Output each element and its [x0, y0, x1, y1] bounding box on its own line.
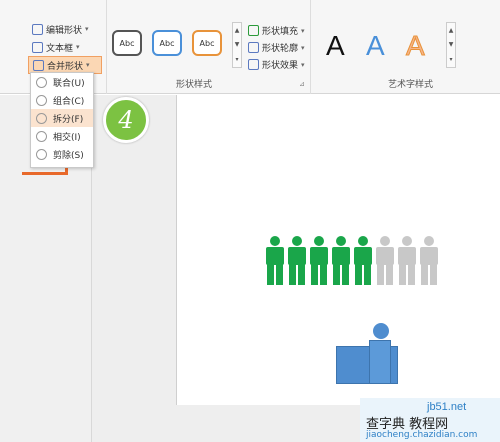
- ribbon-divider: [106, 0, 107, 94]
- merged-shape-head[interactable]: [373, 323, 389, 339]
- dialog-launcher-icon[interactable]: ⊿: [299, 80, 305, 88]
- person-leg: [320, 264, 327, 285]
- person-icon-highlighted: [288, 236, 306, 286]
- person-leg: [267, 264, 274, 285]
- shape-style-swatch[interactable]: Abc: [112, 30, 142, 56]
- shape-outline-button[interactable]: 形状轮廓 ▾: [244, 39, 314, 56]
- ribbon-left-commands: 编辑形状 ▾ 文本框 ▾ 合并形状 ▾: [28, 20, 102, 74]
- shape-effects-icon: [248, 59, 259, 70]
- person-leg: [364, 264, 371, 285]
- edit-shape-icon: [32, 23, 43, 35]
- shape-fill-icon: [248, 25, 259, 36]
- person-icon-highlighted: [332, 236, 350, 286]
- text-box-button[interactable]: 文本框 ▾: [28, 38, 102, 56]
- person-icon-muted: [398, 236, 416, 286]
- menu-item-intersect[interactable]: 相交(I): [31, 127, 93, 145]
- chevron-down-icon: ▾: [301, 60, 305, 69]
- person-leg: [421, 264, 428, 285]
- person-head: [336, 236, 346, 246]
- intersect-icon: [36, 130, 47, 142]
- watermark-site: jb51.net: [427, 401, 467, 413]
- person-leg: [342, 264, 349, 285]
- wordart-sample[interactable]: A: [406, 30, 426, 62]
- person-body: [288, 247, 306, 265]
- shape-style-swatch[interactable]: Abc: [192, 30, 222, 56]
- person-leg: [333, 264, 340, 285]
- fragment-icon: [36, 112, 47, 124]
- menu-item-subtract[interactable]: 剪除(S): [31, 145, 93, 163]
- person-body: [376, 247, 394, 265]
- style-gallery-scroll[interactable]: ▲ ▼ ▾: [232, 22, 242, 68]
- person-body: [398, 247, 416, 265]
- person-icon-highlighted: [354, 236, 372, 286]
- chevron-down-icon: ▾: [76, 43, 80, 51]
- scroll-down-icon[interactable]: ▼: [235, 41, 240, 48]
- merge-shapes-menu: 联合(U) 组合(C) 拆分(F) 相交(I) 剪除(S): [30, 72, 94, 168]
- person-head: [292, 236, 302, 246]
- ribbon-divider: [310, 0, 311, 94]
- scroll-up-icon[interactable]: ▲: [449, 27, 454, 34]
- menu-item-union[interactable]: 联合(U): [31, 73, 93, 91]
- chevron-down-icon: ▾: [85, 25, 89, 33]
- person-body: [310, 247, 328, 265]
- person-leg: [430, 264, 437, 285]
- person-leg: [399, 264, 406, 285]
- person-head: [314, 236, 324, 246]
- wordart-sample[interactable]: A: [366, 30, 385, 62]
- person-leg: [276, 264, 283, 285]
- gallery-more-icon[interactable]: ▾: [449, 56, 452, 63]
- person-icon-muted: [376, 236, 394, 286]
- scroll-down-icon[interactable]: ▼: [449, 41, 454, 48]
- scroll-up-icon[interactable]: ▲: [235, 27, 240, 34]
- person-head: [380, 236, 390, 246]
- shape-styles-group-label: 形状样式: [176, 80, 213, 90]
- chevron-down-icon: ▾: [301, 43, 305, 52]
- person-icon-highlighted: [266, 236, 284, 286]
- wordart-sample[interactable]: A: [326, 30, 345, 62]
- person-body: [266, 247, 284, 265]
- person-body: [354, 247, 372, 265]
- person-leg: [408, 264, 415, 285]
- person-head: [358, 236, 368, 246]
- person-leg: [298, 264, 305, 285]
- person-leg: [355, 264, 362, 285]
- merged-shape-body[interactable]: [369, 340, 391, 384]
- person-body: [332, 247, 350, 265]
- shape-style-swatch[interactable]: Abc: [152, 30, 182, 56]
- person-leg: [289, 264, 296, 285]
- person-icon-highlighted: [310, 236, 328, 286]
- person-leg: [377, 264, 384, 285]
- chevron-down-icon: ▾: [301, 26, 305, 35]
- shape-fill-button[interactable]: 形状填充 ▾: [244, 22, 314, 39]
- subtract-icon: [36, 148, 47, 160]
- person-body: [420, 247, 438, 265]
- ribbon-fill-commands: 形状填充 ▾ 形状轮廓 ▾ 形状效果 ▾: [244, 22, 314, 73]
- watermark-url: jiaocheng.chazidian.com: [366, 430, 478, 440]
- person-head: [402, 236, 412, 246]
- union-icon: [36, 76, 47, 88]
- combine-icon: [36, 94, 47, 106]
- chevron-down-icon: ▾: [86, 61, 90, 69]
- person-icon-muted: [420, 236, 438, 286]
- edit-shape-button[interactable]: 编辑形状 ▾: [28, 20, 102, 38]
- menu-item-fragment[interactable]: 拆分(F): [31, 109, 93, 127]
- menu-item-combine[interactable]: 组合(C): [31, 91, 93, 109]
- person-leg: [311, 264, 318, 285]
- person-head: [424, 236, 434, 246]
- text-box-icon: [32, 41, 43, 53]
- person-head: [270, 236, 280, 246]
- person-leg: [386, 264, 393, 285]
- step-number-badge: 4: [103, 97, 149, 143]
- merge-shapes-icon: [33, 59, 44, 71]
- shape-outline-icon: [248, 42, 259, 53]
- wordart-styles-group-label: 艺术字样式: [388, 80, 434, 90]
- wordart-gallery-scroll[interactable]: ▲ ▼ ▾: [446, 22, 456, 68]
- shape-effects-button[interactable]: 形状效果 ▾: [244, 56, 314, 73]
- gallery-more-icon[interactable]: ▾: [235, 56, 238, 63]
